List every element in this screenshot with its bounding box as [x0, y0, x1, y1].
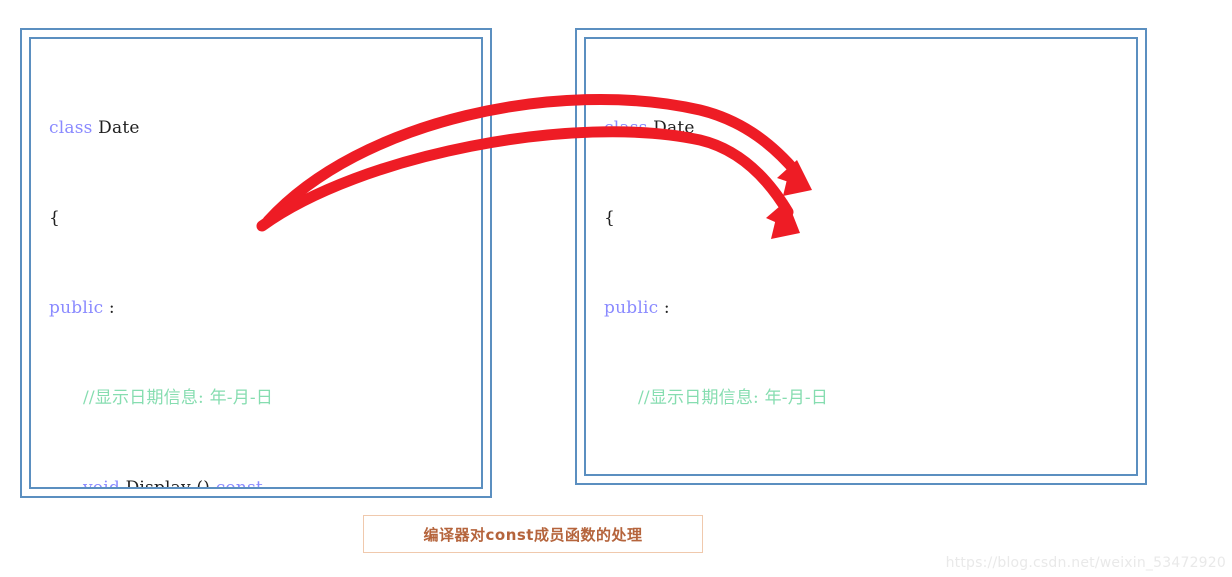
- code-line: public :: [49, 293, 419, 323]
- figure-caption-text: 编译器对const成员函数的处理: [423, 525, 643, 544]
- code-line: class Date: [49, 113, 419, 143]
- colon: :: [658, 298, 670, 318]
- code-line: public :: [604, 293, 1063, 323]
- code-line: void Display (const Date* this): [604, 473, 1063, 474]
- code-block-expanded: class Date { public : //显示日期信息: 年-月-日 vo…: [586, 39, 1063, 474]
- code-line: //显示日期信息: 年-月-日: [49, 383, 419, 413]
- keyword-const: const: [215, 478, 263, 489]
- code-line: {: [604, 203, 1063, 233]
- keyword-class: class: [604, 118, 648, 138]
- code-line: void Display () const: [49, 473, 419, 489]
- brace-open: {: [604, 208, 616, 228]
- brace-open: {: [49, 208, 61, 228]
- code-panel-original: class Date { public : //显示日期信息: 年-月-日 vo…: [20, 28, 492, 498]
- figure-canvas: class Date { public : //显示日期信息: 年-月-日 vo…: [0, 0, 1232, 577]
- keyword-class: class: [49, 118, 93, 138]
- code-panel-original-inner: class Date { public : //显示日期信息: 年-月-日 vo…: [29, 37, 483, 489]
- keyword-public: public: [49, 298, 104, 318]
- code-panel-expanded: class Date { public : //显示日期信息: 年-月-日 vo…: [575, 28, 1147, 485]
- figure-caption-box: 编译器对const成员函数的处理: [363, 515, 703, 553]
- type-name-date: Date: [647, 118, 695, 138]
- code-line: {: [49, 203, 419, 233]
- type-name-date: Date: [92, 118, 140, 138]
- code-line: class Date: [604, 113, 1063, 143]
- code-block-original: class Date { public : //显示日期信息: 年-月-日 vo…: [31, 39, 419, 489]
- watermark-url: https://blog.csdn.net/weixin_53472920: [945, 555, 1226, 571]
- comment-display-date: //显示日期信息: 年-月-日: [83, 388, 274, 408]
- code-line: //显示日期信息: 年-月-日: [604, 383, 1063, 413]
- code-panel-expanded-inner: class Date { public : //显示日期信息: 年-月-日 vo…: [584, 37, 1138, 476]
- keyword-public: public: [604, 298, 659, 318]
- colon: :: [103, 298, 115, 318]
- comment-display-date: //显示日期信息: 年-月-日: [638, 388, 829, 408]
- keyword-void: void: [83, 478, 120, 489]
- function-display: Display (): [119, 478, 216, 489]
